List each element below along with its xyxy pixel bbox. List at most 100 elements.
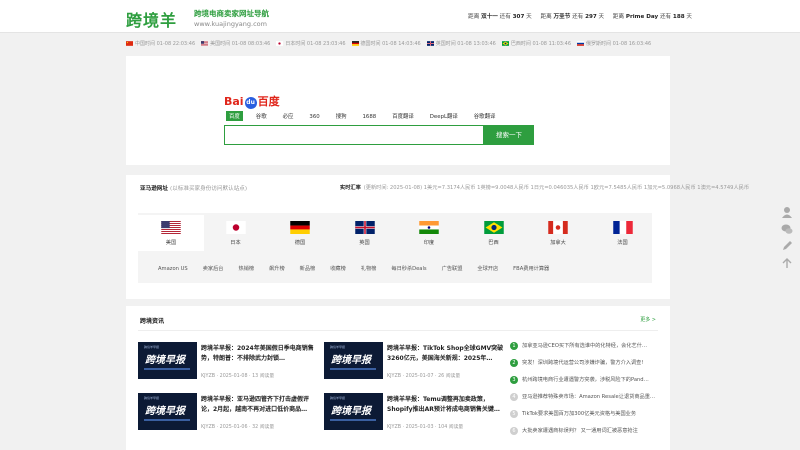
- amazon-panel: 亚马逊网址 (以标准买家身份访问默认站点) 实时汇率 (更新时间: 2025-01-…: [126, 175, 749, 299]
- world-clock-strip: 中国时间 01-08 22:03:46 美国时间 01-08 08:03:46 日本…: [126, 40, 670, 50]
- countdown-item: 距离 双十一 还有 307 天: [468, 14, 533, 20]
- news-card[interactable]: 跨境羊早报 跨境早报 跨境羊早报：亚马逊四管齐下打击虚假评论，2月起，越南不再对进口…: [138, 393, 320, 439]
- amazon-link[interactable]: 飙升榜: [269, 265, 285, 272]
- rank-badge: 1: [510, 342, 518, 350]
- thumb-title: 跨境早报: [331, 355, 371, 366]
- amazon-site-br[interactable]: 巴西: [461, 215, 527, 251]
- amazon-link[interactable]: 全球开店: [477, 265, 498, 272]
- news-more-link[interactable]: 更多 >: [640, 316, 656, 323]
- thumb-brand: 跨境羊早报: [144, 396, 160, 400]
- amazon-link[interactable]: 礼物榜: [361, 265, 377, 272]
- news-card[interactable]: 跨境羊早报 跨境早报 跨境羊早报：2024年美国假日季电商销售势，特朗普：不排除武力…: [138, 342, 320, 388]
- amazon-link[interactable]: Amazon US: [158, 266, 188, 272]
- news-card-title[interactable]: 跨境羊早报：亚马逊四管齐下打击虚假评论，2月起，越南不再对进口低价商品…: [201, 395, 320, 415]
- news-card[interactable]: 跨境羊早报跨境早报 跨境羊早报：TikTok Shop全球GMV突破3260亿元，…: [324, 342, 506, 388]
- countdown-days: 307: [512, 14, 525, 20]
- engine-tab[interactable]: 谷歌翻译: [471, 111, 499, 121]
- news-list-text: 亚马逊推荐特殊卖市场：Amazon Resale让退货商品重…: [522, 394, 656, 400]
- amazon-link[interactable]: 卖家后台: [203, 265, 224, 272]
- timezone-gb: 英国时间 01-08 13:03:46: [426, 40, 496, 47]
- user-icon[interactable]: [780, 204, 794, 218]
- timezone-label: 英国时间 01-08 13:03:46: [435, 41, 496, 47]
- news-list-text: 杭州跨境电商行业遭遇警方突袭，涉税风险下的Pand…: [522, 377, 649, 383]
- wechat-icon[interactable]: [780, 221, 794, 235]
- amazon-site-gb[interactable]: 英国: [332, 215, 398, 251]
- thumb-title: 跨境早报: [331, 406, 371, 417]
- amazon-site-fr[interactable]: 法国: [590, 215, 656, 251]
- news-list-item[interactable]: 1 加拿亚马逊CEO买下所有选谁中的化特经，会化艺什…: [510, 342, 656, 359]
- timezone-label: 俄罗斯时间 01-08 16:03:46: [586, 41, 652, 47]
- news-card-title[interactable]: 跨境羊早报：2024年美国假日季电商销售势，特朗普：不排除武力封锁…: [201, 344, 320, 364]
- engine-tab[interactable]: 百度翻译: [389, 111, 417, 121]
- news-list-item[interactable]: 4 亚马逊推荐特殊卖市场：Amazon Resale让退货商品重…: [510, 393, 656, 410]
- amazon-site-ca[interactable]: 加拿大: [525, 215, 591, 251]
- back-to-top-icon[interactable]: [780, 255, 794, 269]
- search-button[interactable]: 搜索一下: [484, 125, 534, 145]
- amazon-site-jp[interactable]: 日本: [203, 215, 269, 251]
- countdown-name: 万圣节: [553, 14, 571, 20]
- news-thumbnail: 跨境羊早报 跨境早报: [138, 342, 197, 379]
- news-card-title[interactable]: 跨境羊早报：Temu调整再加卖政策，Shopify推出AR预计将成电商销售关键…: [387, 395, 506, 415]
- engine-tab[interactable]: 必应: [280, 111, 297, 121]
- rank-badge: 3: [510, 376, 518, 384]
- amazon-quick-links: Amazon US 卖家后台 热销榜 飙升榜 新品榜 收藏榜 礼物榜 每日秒杀Deals 广告联…: [158, 265, 564, 272]
- news-card-meta: KJYZB · 2025-01-08 · 13 阅读量: [201, 374, 275, 379]
- news-card-title[interactable]: 跨境羊早报：TikTok Shop全球GMV突破3260亿元，美国海关新规：20…: [387, 344, 506, 364]
- engine-tab[interactable]: 谷歌: [253, 111, 270, 121]
- flag-ru-icon: [577, 41, 585, 46]
- site-label: 巴西: [488, 240, 499, 246]
- engine-tab[interactable]: 百度: [226, 111, 243, 121]
- thumb-bar: [330, 419, 376, 421]
- countdown-name: Prime Day: [625, 14, 659, 20]
- countdown-mid: 还有: [572, 14, 584, 20]
- rank-badge: 2: [510, 359, 518, 367]
- flag-fr-icon: [612, 221, 633, 234]
- timezone-jp: 日本时间 01-08 23:03:46: [276, 40, 346, 47]
- logo-text: 跨境电商卖家网址导航 www.kuajingyang.com: [194, 8, 269, 28]
- flag-br-icon: [483, 221, 504, 234]
- engine-tab[interactable]: 搜狗: [333, 111, 350, 121]
- amazon-site-us[interactable]: 美国: [138, 215, 204, 251]
- search-input[interactable]: [224, 125, 484, 145]
- search-engine-logo: Bai du 百度: [224, 93, 280, 109]
- engine-tab[interactable]: 1688: [359, 113, 379, 121]
- thumb-brand: 跨境羊早报: [144, 345, 160, 349]
- countdown-unit: 天: [686, 14, 692, 20]
- holiday-countdowns: 距离 双十一 还有 307 天 距离 万圣节 还有 297 天 距离 Prime…: [461, 12, 692, 20]
- timezone-label: 日本时间 01-08 23:03:46: [285, 41, 346, 47]
- amazon-site-de[interactable]: 德国: [267, 215, 333, 251]
- thumb-bar: [144, 419, 190, 421]
- flag-de-icon: [351, 41, 359, 46]
- thumb-bar: [144, 368, 190, 370]
- thumb-brand: 跨境羊早报: [330, 345, 346, 349]
- flag-br-icon: [501, 41, 509, 46]
- news-list-item[interactable]: 2 突发！深圳跨境代运营公司涉嫌诈骗，警方介入调查!: [510, 359, 656, 376]
- news-list-item[interactable]: 3 杭州跨境电商行业遭遇警方突袭，涉税风险下的Pand…: [510, 376, 656, 393]
- rank-badge: 6: [510, 427, 518, 435]
- site-logo[interactable]: 跨境羊 跨境电商卖家网址导航 www.kuajingyang.com: [126, 7, 269, 31]
- flag-jp-icon: [276, 41, 284, 46]
- flag-cn-icon: [126, 41, 133, 46]
- rank-badge: 4: [510, 393, 518, 401]
- news-list-text: 大批卖家遭遇商标误判？ 又一通用词汇被恶意抢注: [522, 428, 638, 434]
- logo-mark: 跨境羊: [126, 11, 178, 30]
- flag-ca-icon: [548, 221, 568, 234]
- amazon-link[interactable]: FBA费用计算器: [513, 265, 549, 272]
- logo-right-text: 百度: [257, 95, 280, 108]
- amazon-site-in[interactable]: 印度: [396, 215, 462, 251]
- edit-icon[interactable]: [780, 238, 794, 252]
- amazon-link[interactable]: 广告联盟: [442, 265, 463, 272]
- amazon-link[interactable]: 收藏榜: [330, 265, 346, 272]
- engine-tab[interactable]: DeepL翻译: [427, 111, 461, 121]
- engine-tab[interactable]: 360: [306, 113, 322, 121]
- amazon-heading: 亚马逊网址 (以标准买家身份访问默认站点): [140, 184, 247, 192]
- amazon-link[interactable]: 热销榜: [238, 265, 254, 272]
- flag-de-icon: [290, 221, 310, 234]
- amazon-link[interactable]: 新品榜: [300, 265, 316, 272]
- news-card[interactable]: 跨境羊早报 跨境早报 跨境羊早报：Temu调整再加卖政策，Shopify推出AR预计…: [324, 393, 506, 439]
- news-list-item[interactable]: 6 大批卖家遭遇商标误判？ 又一通用词汇被恶意抢注: [510, 427, 656, 444]
- amazon-link[interactable]: 每日秒杀Deals: [391, 265, 426, 272]
- countdown-days: 297: [585, 14, 597, 20]
- amazon-title: 亚马逊网址: [140, 186, 168, 192]
- news-list-item[interactable]: 5 TikTok要求美国百万加300亿美元资格与美国业务: [510, 410, 656, 427]
